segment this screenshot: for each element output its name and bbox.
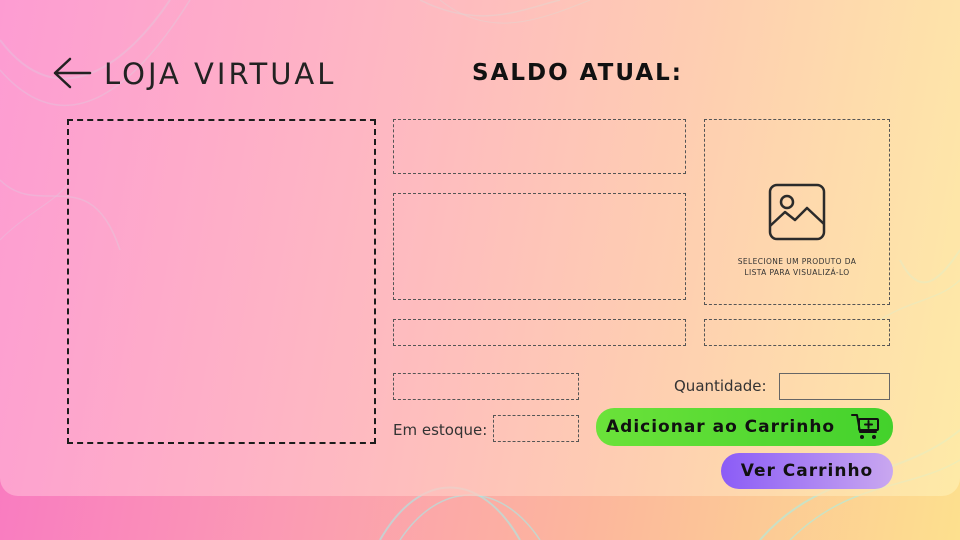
store-title: LOJA VIRTUAL xyxy=(104,57,337,91)
arrow-left-icon[interactable] xyxy=(52,56,92,90)
preview-placeholder: SELECIONE UM PRODUTO DA LISTA PARA VISUA… xyxy=(705,256,889,278)
add-to-cart-button[interactable]: Adicionar ao Carrinho xyxy=(596,408,893,446)
image-icon xyxy=(768,183,826,241)
preview-placeholder-line1: SELECIONE UM PRODUTO DA xyxy=(737,257,857,266)
product-name-field[interactable] xyxy=(393,119,686,174)
product-category-field[interactable] xyxy=(704,319,890,346)
quantity-label: Quantidade: xyxy=(674,377,767,395)
add-to-cart-label: Adicionar ao Carrinho xyxy=(606,417,836,437)
stock-value-field xyxy=(493,415,579,442)
product-list[interactable] xyxy=(67,119,376,444)
product-description-field[interactable] xyxy=(393,193,686,300)
product-code-field[interactable] xyxy=(393,373,579,400)
cart-plus-icon xyxy=(851,414,879,439)
product-image-preview: SELECIONE UM PRODUTO DA LISTA PARA VISUA… xyxy=(704,119,890,305)
preview-placeholder-line2: LISTA PARA VISUALIZÁ-LO xyxy=(744,268,850,277)
quantity-input[interactable] xyxy=(779,373,890,400)
balance-label: SALDO ATUAL: xyxy=(472,60,683,86)
stock-label: Em estoque: xyxy=(393,421,488,439)
product-price-field[interactable] xyxy=(393,319,686,346)
view-cart-button[interactable]: Ver Carrinho xyxy=(721,453,893,489)
